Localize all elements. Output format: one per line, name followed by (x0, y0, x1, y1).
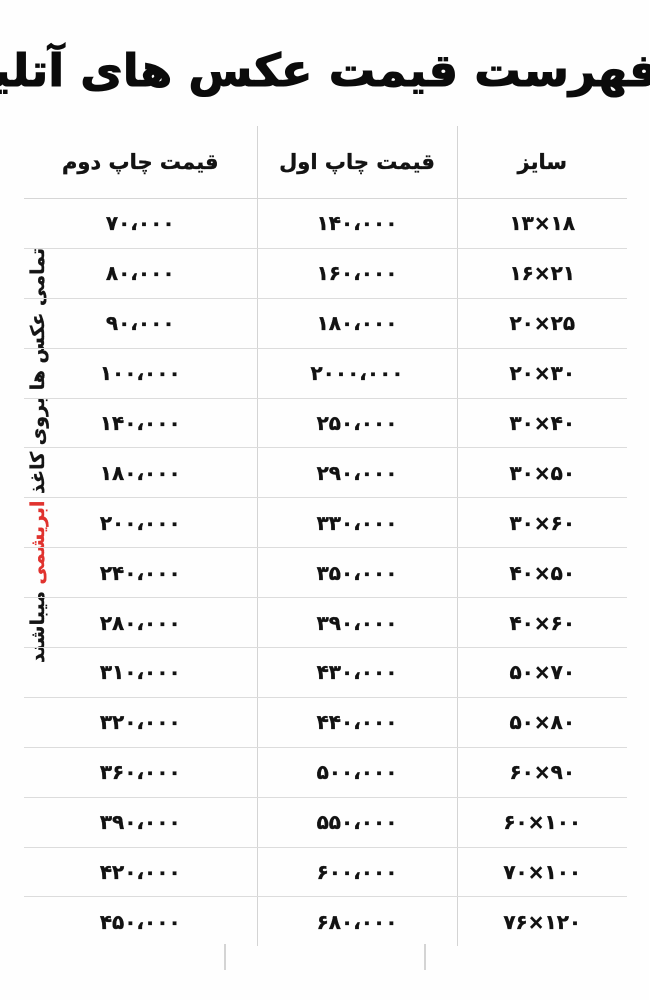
table-row: ۳۰×۶۰ ۳۳۰،۰۰۰ ۲۰۰،۰۰۰ (25, 497, 628, 549)
column-divider-2 (425, 944, 427, 970)
cell-second-print-price: ۴۲۰،۰۰۰ (25, 847, 258, 898)
cell-second-print-price: ۲۸۰،۰۰۰ (25, 597, 258, 649)
cell-first-print-price: ۱۸۰،۰۰۰ (257, 298, 458, 349)
table-row: ۳۰×۵۰ ۲۹۰،۰۰۰ ۱۸۰،۰۰۰ (25, 447, 628, 499)
cell-size: ۷۰×۱۰۰ (457, 847, 628, 898)
table-row: ۲۰×۲۵ ۱۸۰،۰۰۰ ۹۰،۰۰۰ (25, 298, 628, 349)
cell-second-print-price: ۱۴۰،۰۰۰ (25, 398, 258, 449)
cell-second-print-price: ۱۸۰،۰۰۰ (25, 447, 258, 499)
cell-first-print-price: ۲۹۰،۰۰۰ (257, 447, 458, 499)
table-row: ۵۰×۸۰ ۴۴۰،۰۰۰ ۳۲۰،۰۰۰ (25, 697, 628, 748)
cell-first-print-price: ۴۳۰،۰۰۰ (257, 647, 458, 698)
table-row: ۱۶×۲۱ ۱۶۰،۰۰۰ ۸۰،۰۰۰ (25, 248, 628, 299)
table-row: ۲۰×۳۰ ۲۰۰۰،۰۰۰ ۱۰۰،۰۰۰ (25, 348, 628, 399)
cell-first-print-price: ۵۰۰،۰۰۰ (257, 747, 458, 798)
column-divider-1 (225, 944, 227, 970)
cell-first-print-price: ۶۸۰،۰۰۰ (257, 896, 458, 947)
table-row: ۵۰×۷۰ ۴۳۰،۰۰۰ ۳۱۰،۰۰۰ (25, 647, 628, 698)
cell-size: ۴۰×۵۰ (457, 547, 628, 599)
page-title: فهرست قیمت عکس های آتلیه (0, 44, 650, 98)
cell-size: ۲۰×۳۰ (457, 348, 628, 399)
cell-second-print-price: ۳۱۰،۰۰۰ (25, 647, 258, 698)
cell-second-print-price: ۱۰۰،۰۰۰ (25, 348, 258, 399)
cell-first-print-price: ۳۵۰،۰۰۰ (257, 547, 458, 599)
cell-size: ۱۶×۲۱ (457, 248, 628, 299)
table-row: ۴۰×۶۰ ۳۹۰،۰۰۰ ۲۸۰،۰۰۰ (25, 597, 628, 649)
cell-second-print-price: ۲۴۰،۰۰۰ (25, 547, 258, 599)
table-row: ۳۰×۴۰ ۲۵۰،۰۰۰ ۱۴۰،۰۰۰ (25, 398, 628, 449)
cell-size: ۱۳×۱۸ (457, 198, 628, 249)
cell-first-print-price: ۳۹۰،۰۰۰ (257, 597, 458, 649)
cell-size: ۶۰×۹۰ (457, 747, 628, 798)
cell-second-print-price: ۴۵۰،۰۰۰ (100, 909, 182, 934)
cell-first-print-price: ۱۶۰،۰۰۰ (257, 248, 458, 299)
cell-size: ۷۶×۱۲۰ (457, 896, 628, 947)
table-row: ۷۶×۱۲۰ ۶۸۰،۰۰۰ ۴۵۰،۰۰۰ (25, 896, 628, 947)
cell-second-print-price: ۸۰،۰۰۰ (25, 248, 258, 299)
cell-second-print-price: ۳۹۰،۰۰۰ (25, 797, 258, 848)
table-body: ۱۳×۱۸ ۱۴۰،۰۰۰ ۷۰،۰۰۰ ۱۶×۲۱ ۱۶۰،۰۰۰ ۸۰،۰۰۰ ۲۰×۲… (25, 198, 628, 947)
cell-second-print-price: ۳۶۰،۰۰۰ (25, 747, 258, 798)
cell-first-print-price: ۵۵۰،۰۰۰ (257, 797, 458, 848)
price-table: سایز قیمت چاپ اول قیمت چاپ دوم ۱۳×۱۸ ۱۴۰،… (25, 126, 628, 947)
table-row: ۶۰×۱۰۰ ۵۵۰،۰۰۰ ۳۹۰،۰۰۰ (25, 797, 628, 848)
cell-first-print-price: ۶۰۰،۰۰۰ (257, 847, 458, 898)
column-header-second: قیمت چاپ دوم (25, 126, 258, 199)
cell-first-print-price: ۳۳۰،۰۰۰ (257, 497, 458, 549)
page-title-container: فهرست قیمت عکس های آتلیه (0, 14, 650, 127)
cell-first-print-price: ۲۰۰۰،۰۰۰ (257, 348, 458, 399)
cell-first-print-price: ۴۴۰،۰۰۰ (257, 697, 458, 748)
cell-first-print-price: ۱۴۰،۰۰۰ (257, 198, 458, 249)
cell-size: ۳۰×۵۰ (457, 447, 628, 499)
cell-size: ۳۰×۶۰ (457, 497, 628, 549)
cell-second-print-price: ۲۰۰،۰۰۰ (25, 497, 258, 549)
table-row: ۴۰×۵۰ ۳۵۰،۰۰۰ ۲۴۰،۰۰۰ (25, 547, 628, 599)
cell-second-print-price: ۷۰،۰۰۰ (25, 198, 258, 249)
table-row: ۶۰×۹۰ ۵۰۰،۰۰۰ ۳۶۰،۰۰۰ (25, 747, 628, 798)
cell-size: ۶۰×۱۰۰ (457, 797, 628, 848)
cell-second-print-price: ۹۰،۰۰۰ (25, 298, 258, 349)
table-row: ۱۳×۱۸ ۱۴۰،۰۰۰ ۷۰،۰۰۰ (25, 198, 628, 249)
price-list-page: فهرست قیمت عکس های آتلیه تمامی عکس ها بر… (0, 0, 650, 1000)
column-header-size: سایز (457, 126, 628, 199)
column-header-first: قیمت چاپ اول (257, 126, 458, 199)
price-table-container: سایز قیمت چاپ اول قیمت چاپ دوم ۱۳×۱۸ ۱۴۰،… (25, 126, 628, 970)
cell-first-print-price: ۲۵۰،۰۰۰ (257, 398, 458, 449)
cell-size: ۵۰×۸۰ (457, 697, 628, 748)
cell-size: ۵۰×۷۰ (457, 647, 628, 698)
table-header: سایز قیمت چاپ اول قیمت چاپ دوم (25, 126, 628, 199)
cell-second-print-price: ۳۲۰،۰۰۰ (25, 697, 258, 748)
cell-size: ۴۰×۶۰ (457, 597, 628, 649)
cell-size: ۳۰×۴۰ (457, 398, 628, 449)
cell-size: ۲۰×۲۵ (457, 298, 628, 349)
table-row: ۷۰×۱۰۰ ۶۰۰،۰۰۰ ۴۲۰،۰۰۰ (25, 847, 628, 898)
header-row: سایز قیمت چاپ اول قیمت چاپ دوم (25, 126, 628, 199)
